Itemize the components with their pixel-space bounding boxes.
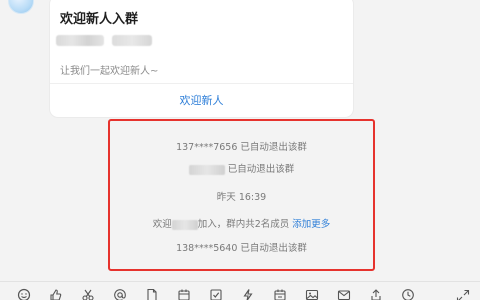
welcome-middle: 加入，群内共2名成员 [197, 219, 293, 230]
redacted-name [171, 219, 198, 230]
timestamp-text: 昨天 16:39 [216, 192, 267, 203]
system-message-text: 137****7656 已自动退出该群 [176, 142, 307, 153]
share-icon[interactable] [360, 288, 392, 300]
welcome-card: 欢迎新人入群 让我们一起欢迎新人~ 欢迎新人 [50, 0, 353, 117]
check-icon[interactable] [200, 288, 232, 300]
redacted-name-2 [112, 35, 152, 46]
thumbs-up-icon[interactable] [40, 288, 72, 300]
lightning-icon[interactable] [232, 288, 264, 300]
at-icon[interactable] [104, 288, 136, 300]
mail-icon[interactable] [328, 288, 360, 300]
calendar-icon-2[interactable] [264, 288, 296, 300]
card-title: 欢迎新人入群 [60, 12, 139, 27]
scissors-icon[interactable] [72, 288, 104, 300]
system-message-2: 已自动退出该群 [108, 161, 375, 175]
calendar-icon[interactable] [168, 288, 200, 300]
input-toolbar [8, 288, 424, 300]
card-subtitle: 让我们一起欢迎新人~ [60, 66, 159, 77]
redacted-name [188, 164, 225, 175]
system-message-1: 137****7656 已自动退出该群 [108, 139, 375, 153]
welcome-newcomer-button[interactable]: 欢迎新人 [50, 92, 353, 108]
system-message-4: 138****5640 已自动退出该群 [108, 240, 375, 254]
chat-window: 欢迎新人入群 让我们一起欢迎新人~ 欢迎新人 137****7656 已自动退出… [0, 0, 480, 300]
redacted-name-1 [56, 35, 104, 46]
file-icon[interactable] [136, 288, 168, 300]
add-more-link[interactable]: 添加更多 [292, 219, 330, 230]
timestamp: 昨天 16:39 [108, 189, 375, 203]
avatar[interactable] [8, 0, 34, 14]
history-icon[interactable] [392, 288, 424, 300]
system-message-text: 138****5640 已自动退出该群 [176, 243, 307, 254]
welcome-prefix: 欢迎 [152, 219, 172, 230]
image-icon[interactable] [296, 288, 328, 300]
expand-icon[interactable] [456, 288, 470, 300]
system-message-text: 已自动退出该群 [227, 164, 295, 175]
card-divider [50, 83, 353, 84]
emoji-icon[interactable] [8, 288, 40, 300]
system-message-3: 欢迎 加入，群内共2名成员 添加更多 [108, 216, 375, 230]
toolbar-divider [0, 281, 480, 282]
